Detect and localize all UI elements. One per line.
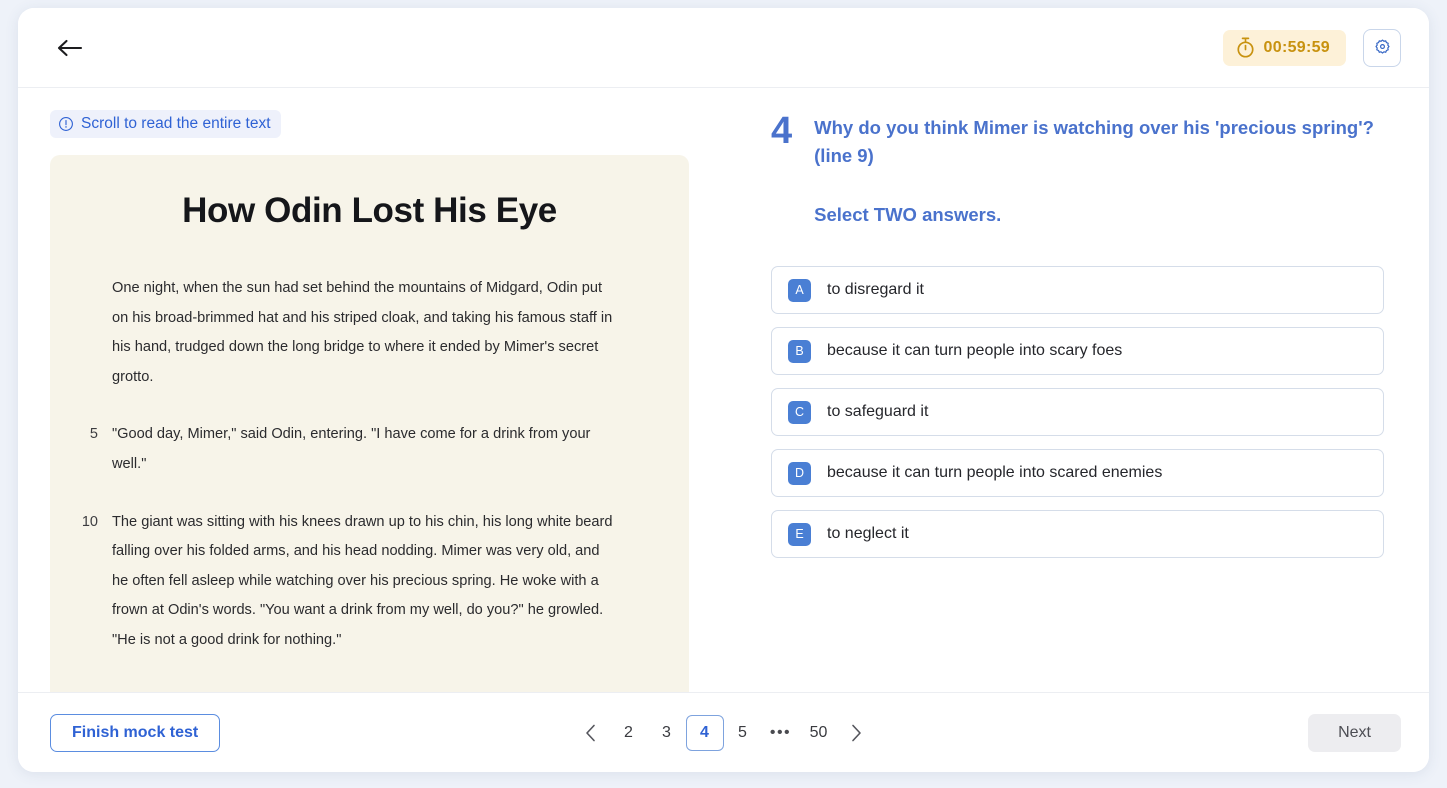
- pagination-page-5[interactable]: 5: [724, 715, 762, 751]
- line-number: [50, 274, 112, 392]
- line-number: 10: [81, 513, 98, 530]
- passage-paragraph: 10 The giant was sitting with his knees …: [50, 508, 655, 656]
- scroll-hint-label: Scroll to read the entire text: [81, 115, 271, 132]
- gear-icon: [1374, 39, 1390, 54]
- chevron-left-icon: [586, 724, 595, 741]
- settings-button[interactable]: [1363, 28, 1401, 67]
- option-badge: C: [788, 400, 811, 424]
- passage-body: One night, when the sun had set behind t…: [50, 274, 689, 656]
- question-text: Why do you think Mimer is watching over …: [814, 117, 1374, 166]
- passage-column: Scroll to read the entire text How Odin …: [18, 88, 723, 692]
- answer-option-d[interactable]: D because it can turn people into scared…: [771, 449, 1384, 497]
- paragraph-text: One night, when the sun had set behind t…: [112, 280, 613, 385]
- answer-options: A to disregard it B because it can turn …: [771, 266, 1384, 558]
- pagination-page-50[interactable]: 50: [800, 715, 838, 751]
- answer-option-e[interactable]: E to neglect it: [771, 510, 1384, 558]
- passage-paragraph: One night, when the sun had set behind t…: [50, 274, 655, 392]
- footer-bar: Finish mock test 2 3 4 5 ••• 50 Next: [18, 692, 1429, 772]
- pagination-ellipsis: •••: [769, 723, 792, 741]
- question-header: 4 Why do you think Mimer is watching ove…: [771, 112, 1384, 226]
- back-button[interactable]: [50, 28, 90, 68]
- option-label: because it can turn people into scary fo…: [827, 342, 1123, 359]
- passage-panel[interactable]: How Odin Lost His Eye One night, when th…: [50, 155, 689, 692]
- paragraph-text: "Good day, Mimer," said Odin, entering. …: [112, 426, 591, 472]
- timer-value: 00:59:59: [1263, 38, 1330, 56]
- answer-option-a[interactable]: A to disregard it: [771, 266, 1384, 314]
- pagination-page-3[interactable]: 3: [648, 715, 686, 751]
- line-number: 5: [89, 426, 98, 443]
- passage-paragraph: 5 "Good day, Mimer," said Odin, entering…: [50, 420, 655, 479]
- paragraph-text: The giant was sitting with his knees dra…: [112, 513, 613, 648]
- pagination: 2 3 4 5 ••• 50: [572, 714, 876, 751]
- question-column: 4 Why do you think Mimer is watching ove…: [723, 88, 1429, 692]
- content-area: Scroll to read the entire text How Odin …: [18, 88, 1429, 692]
- pagination-prev-button[interactable]: [572, 715, 610, 751]
- option-badge: D: [788, 461, 811, 485]
- option-label: to safeguard it: [827, 403, 929, 420]
- question-text-wrapper: Why do you think Mimer is watching over …: [814, 112, 1384, 226]
- pagination-page-4[interactable]: 4: [685, 714, 724, 751]
- answer-option-c[interactable]: C to safeguard it: [771, 388, 1384, 436]
- option-badge: A: [788, 278, 811, 302]
- option-label: because it can turn people into scared e…: [827, 464, 1163, 481]
- option-label: to neglect it: [827, 525, 909, 542]
- option-label: to disregard it: [827, 281, 924, 298]
- chevron-right-icon: [852, 724, 861, 741]
- timer-pill: 00:59:59: [1222, 29, 1346, 66]
- info-circle-icon: [59, 117, 73, 131]
- option-badge: E: [788, 522, 811, 546]
- pagination-next-button[interactable]: [838, 715, 876, 751]
- next-button[interactable]: Next: [1308, 713, 1401, 752]
- test-window: 00:59:59 Scroll to read the entire text …: [18, 8, 1429, 772]
- answer-option-b[interactable]: B because it can turn people into scary …: [771, 327, 1384, 375]
- question-number: 4: [771, 110, 793, 152]
- question-instruction: Select TWO answers.: [814, 204, 1002, 225]
- stopwatch-icon: [1236, 37, 1254, 58]
- passage-title: How Odin Lost His Eye: [182, 191, 557, 230]
- finish-mock-test-button[interactable]: Finish mock test: [50, 713, 221, 752]
- option-badge: B: [788, 339, 811, 363]
- arrow-left-icon: [57, 39, 83, 56]
- header-bar: 00:59:59: [18, 8, 1429, 88]
- pagination-page-2[interactable]: 2: [610, 715, 648, 751]
- scroll-hint: Scroll to read the entire text: [50, 110, 281, 138]
